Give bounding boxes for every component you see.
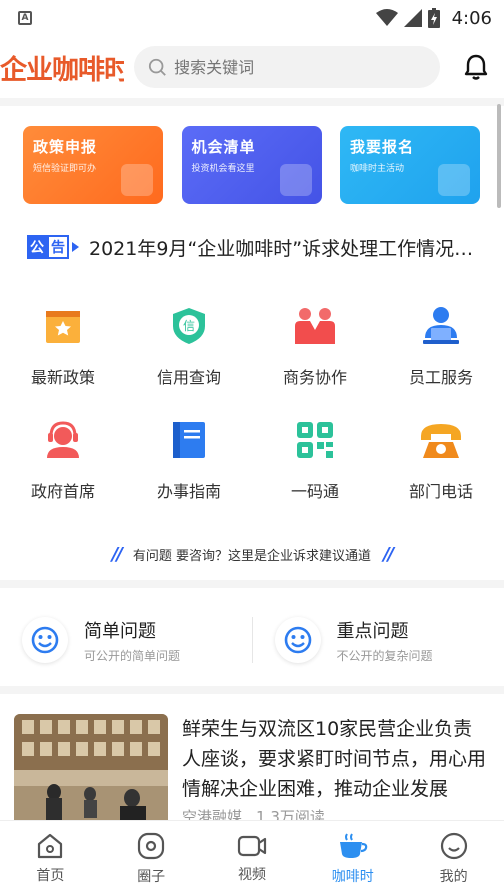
- news-body: 鲜荣生与双流区10家民营企业负责人座谈，要求紧盯时间节点，用心用情解决企业困难，…: [182, 714, 490, 828]
- question-title: 简单问题: [84, 620, 156, 642]
- status-right: 4:06: [375, 7, 492, 29]
- card-title: 政策申报: [33, 138, 98, 156]
- news-item[interactable]: 鲜荣生与双流区10家民营企业负责人座谈，要求紧盯时间节点，用心用情解决企业困难，…: [0, 694, 504, 828]
- notice-badge-2: 告: [47, 235, 69, 259]
- grid-item-business-cooperation[interactable]: 商务协作: [252, 304, 378, 388]
- question-entries: 简单问题 可公开的简单问题 重点问题 不公开的复杂问题: [0, 594, 504, 686]
- status-time: 4:06: [451, 7, 492, 29]
- battery-icon: [427, 8, 440, 28]
- question-subtitle: 可公开的简单问题: [84, 648, 181, 663]
- notice-badge-1: 公: [27, 235, 47, 259]
- search-input[interactable]: [174, 57, 426, 77]
- app-notification-icon: A: [18, 11, 32, 25]
- phone-icon: [419, 418, 463, 462]
- question-subtitle: 不公开的复杂问题: [336, 648, 433, 663]
- grid-item-credit-query[interactable]: 信 信用查询: [126, 304, 252, 388]
- nav-label: 首页: [36, 867, 65, 884]
- search-bar[interactable]: [134, 46, 440, 88]
- card-title: 我要报名: [350, 138, 415, 156]
- grid-item-department-phone[interactable]: 部门电话: [378, 418, 504, 502]
- coffee-icon: [339, 832, 368, 858]
- qrcode-icon: [293, 418, 337, 462]
- nav-item-video[interactable]: 视频: [202, 821, 303, 896]
- notice-arrow-icon: [72, 242, 79, 252]
- bell-icon: [464, 54, 488, 80]
- nav-label: 咖啡时: [331, 868, 374, 885]
- policy-icon: [41, 304, 85, 348]
- credit-icon: 信: [167, 304, 211, 348]
- nav-label: 我的: [439, 868, 468, 885]
- circle-icon: [138, 832, 165, 859]
- header: 企业咖啡时: [0, 36, 504, 98]
- edit-icon: [438, 164, 470, 196]
- key-question-button[interactable]: 重点问题 不公开的复杂问题: [253, 617, 504, 664]
- svg-text:信: 信: [183, 319, 195, 333]
- double-slash-icon: //: [383, 543, 394, 565]
- banner-cards: 政策申报 短信验证即可办 机会清单 投资机会看这里 我要报名 咖啡时主活动: [0, 106, 504, 204]
- status-bar: A 4:06: [0, 0, 504, 36]
- grid-label: 商务协作: [282, 368, 347, 387]
- slogan: // 有问题 要咨询？这里是企业诉求建议通道 //: [0, 543, 504, 565]
- nav-item-coffee[interactable]: 咖啡时: [302, 821, 403, 896]
- nav-item-home[interactable]: 首页: [0, 821, 101, 896]
- nav-label: 视频: [237, 866, 266, 883]
- slogan-text: 有问题 要咨询？这里是企业诉求建议通道: [132, 548, 372, 564]
- nav-label: 圈子: [137, 868, 166, 885]
- video-icon: [237, 835, 267, 856]
- grid-label: 办事指南: [156, 482, 221, 501]
- card-policy-application[interactable]: 政策申报 短信验证即可办: [23, 126, 163, 204]
- staff-icon: [419, 304, 463, 348]
- notice-bar[interactable]: 公 告 2021年9月“企业咖啡时”诉求处理工作情况通报: [0, 232, 504, 262]
- search-icon: [148, 58, 166, 76]
- grid-label: 政府首席: [30, 482, 95, 501]
- home-icon: [38, 833, 63, 858]
- card-signup[interactable]: 我要报名 咖啡时主活动: [340, 126, 480, 204]
- grid-label: 员工服务: [408, 368, 473, 387]
- grid-item-service-guide[interactable]: 办事指南: [126, 418, 252, 502]
- smile-icon: [274, 617, 321, 663]
- cooperation-icon: [293, 304, 337, 348]
- grid-label: 最新政策: [30, 368, 95, 387]
- status-left: A: [18, 11, 32, 25]
- nav-item-profile[interactable]: 我的: [403, 821, 504, 896]
- card-opportunity-list[interactable]: 机会清单 投资机会看这里: [181, 126, 322, 204]
- upload-icon: [121, 164, 153, 196]
- notice-badge: 公 告: [27, 235, 79, 259]
- notice-text[interactable]: 2021年9月“企业咖啡时”诉求处理工作情况通报: [89, 234, 490, 261]
- grid-label: 信用查询: [156, 368, 221, 387]
- card-title: 机会清单: [191, 138, 256, 156]
- wifi-icon: [375, 9, 398, 26]
- double-slash-icon: //: [111, 543, 123, 565]
- book-icon: [167, 418, 211, 462]
- question-title: 重点问题: [336, 620, 409, 642]
- grid-label: 部门电话: [408, 482, 473, 501]
- grid-item-latest-policy[interactable]: 最新政策: [0, 304, 126, 388]
- news-title[interactable]: 鲜荣生与双流区10家民营企业负责人座谈，要求紧盯时间节点，用心用情解决企业困难，…: [182, 714, 490, 804]
- list-icon: [279, 164, 312, 196]
- service-grid: 最新政策 信 信用查询 商务协作 员工服务 政府首席 办事指南 一码通 部门电话: [0, 304, 504, 502]
- grid-item-staff-service[interactable]: 员工服务: [378, 304, 504, 388]
- profile-icon: [440, 832, 467, 859]
- signal-icon: [403, 9, 422, 27]
- simple-question-button[interactable]: 简单问题 可公开的简单问题: [0, 617, 252, 664]
- section-divider: [0, 686, 504, 694]
- nav-item-circle[interactable]: 圈子: [101, 821, 202, 896]
- bottom-nav: 首页 圈子 视频 咖啡时 我的: [0, 820, 504, 896]
- headset-icon: [41, 418, 85, 462]
- scrollbar[interactable]: [497, 104, 501, 208]
- section-divider: [0, 580, 504, 588]
- grid-item-government-chief[interactable]: 政府首席: [0, 418, 126, 502]
- brand-logo: 企业咖啡时: [0, 54, 124, 86]
- smile-icon: [22, 617, 68, 663]
- notification-bell-button[interactable]: [462, 53, 490, 81]
- news-thumbnail: [14, 714, 168, 828]
- grid-label: 一码通: [290, 482, 339, 501]
- grid-item-one-code[interactable]: 一码通: [252, 418, 378, 502]
- section-divider: [0, 98, 504, 106]
